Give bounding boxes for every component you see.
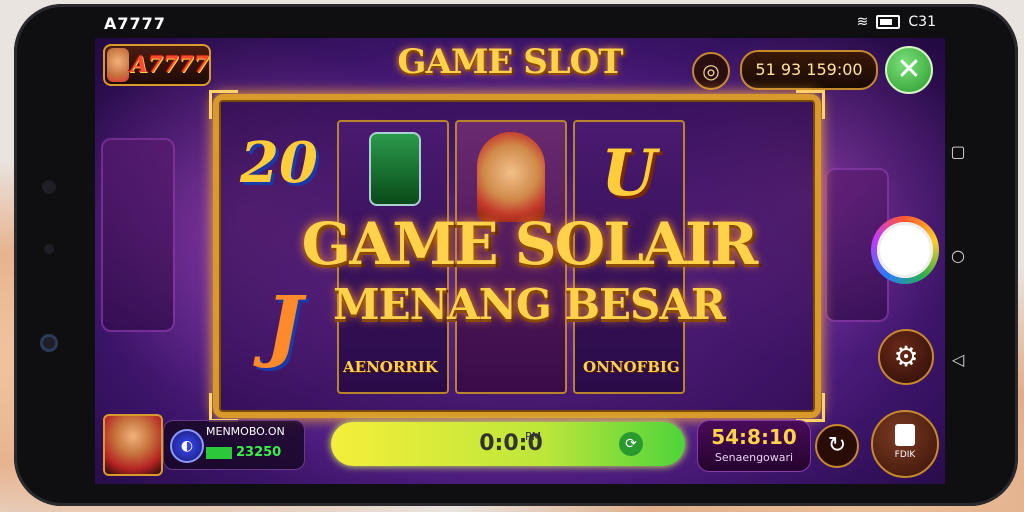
camera-shutter-icon[interactable]: [871, 216, 939, 284]
character-symbol: [477, 132, 545, 222]
front-camera: [42, 180, 56, 194]
reel-label: AENORRIK: [343, 358, 438, 376]
reel-symbol-20: 20: [240, 130, 318, 196]
spin-sub: PM: [525, 430, 542, 443]
bg-machine-left: [101, 138, 175, 332]
app-logo[interactable]: A7777: [103, 44, 211, 86]
status-icons: ≋ C31: [857, 14, 936, 30]
banner-main: GAME SOLAIR: [301, 210, 759, 278]
player-score: 23250: [236, 445, 282, 460]
win-panel: 54:8:10 Senaengowari: [697, 420, 811, 472]
score-bar: [206, 447, 232, 459]
book-glyph: [895, 424, 915, 446]
shutter-core: [877, 222, 933, 278]
carrier-label: A7777: [104, 14, 166, 33]
refresh-icon[interactable]: ↻: [815, 424, 859, 468]
close-icon[interactable]: ✕: [885, 46, 933, 94]
reel-symbol-u: U: [601, 136, 657, 211]
sensor: [44, 244, 54, 254]
android-nav-bar: ▢ ○ ◁: [948, 130, 988, 380]
game-screen: A7777 GAME SLOT ◎ 51 93 159:00 ✕ 20 J AE…: [95, 38, 945, 484]
spin-arrow-icon: ⟳: [619, 432, 643, 456]
battery-icon: [876, 15, 901, 29]
book-icon[interactable]: FDIK: [871, 410, 939, 478]
balance-display: 51 93 159:00: [740, 50, 878, 90]
win-label: Senaengowari: [714, 451, 794, 464]
recents-button[interactable]: ▢: [948, 142, 968, 162]
clock-label: C31: [908, 14, 936, 30]
home-button[interactable]: ○: [948, 246, 968, 266]
rear-lens: [40, 334, 58, 352]
logo-mascot: [107, 48, 129, 82]
bottom-bar: ◐ MENMOBO.ON 23250 0:0:0 PM ⟳ 54:8:10 Se…: [95, 410, 945, 484]
gear-icon[interactable]: ⚙: [878, 329, 934, 385]
logo-text: A7777: [130, 52, 209, 78]
status-bar: A7777 ≋ C31: [100, 10, 940, 36]
spin-time: 0:0:0: [479, 431, 543, 456]
audio-icon[interactable]: ◎: [692, 52, 730, 90]
hat-symbol: [369, 132, 421, 206]
banner-sub: MENANG BESAR: [333, 280, 726, 329]
player-panel: ◐ MENMOBO.ON 23250: [163, 420, 305, 470]
slot-frame: 20 J AENORRIK U ONNOFBIG GAME SOLAIR MEN…: [209, 90, 825, 422]
frame-corner: [796, 90, 825, 119]
player-name: MENMOBO.ON: [206, 425, 285, 438]
book-label: FDIK: [894, 450, 916, 460]
game-title: GAME SLOT: [397, 42, 623, 82]
avatar[interactable]: [103, 414, 163, 476]
spin-button[interactable]: 0:0:0 PM ⟳: [331, 422, 685, 466]
wifi-icon: ≋: [856, 14, 869, 30]
win-value: 54:8:10: [711, 425, 797, 449]
frame-corner: [209, 90, 238, 119]
reel-label: ONNOFBIG: [583, 358, 680, 376]
back-button[interactable]: ◁: [948, 350, 968, 370]
player-icon: ◐: [170, 429, 204, 463]
